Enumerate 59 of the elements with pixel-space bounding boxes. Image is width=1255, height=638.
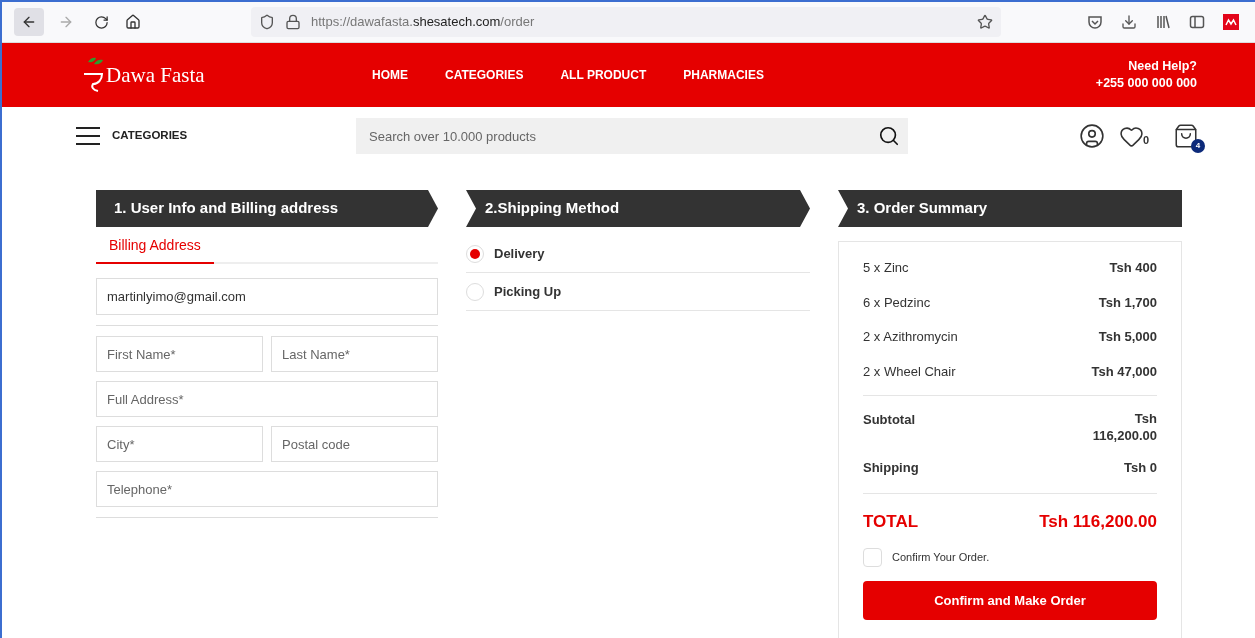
download-icon[interactable] [1121,14,1137,30]
item-name: 5 x Zinc [863,259,909,277]
item-name: 6 x Pedzinc [863,293,931,312]
subtotal-value: Tsh 116,200.00 [1091,410,1157,444]
url-text: https://dawafasta.shesatech.com/order [311,13,535,32]
item-name: 2 x Azithromycin [863,328,958,346]
address-bar[interactable]: https://dawafasta.shesatech.com/order [251,7,1001,37]
wishlist-count: 0 [1142,133,1149,148]
subtotal-label: Subtotal [863,411,915,429]
back-button[interactable] [14,8,44,36]
extension-icon[interactable] [1223,14,1239,30]
form-field[interactable]: First Name* [96,336,263,372]
cart-count-badge: 4 [1191,139,1205,153]
lock-icon [285,14,301,30]
form-field[interactable]: City* [96,426,263,462]
form-field[interactable]: Full Address* [96,381,438,417]
shipping-option[interactable]: Delivery [466,235,810,273]
nav-link[interactable]: PHARMACIES [683,66,764,84]
home-icon[interactable] [125,14,141,30]
user-icon[interactable] [1078,123,1105,149]
star-icon[interactable] [977,14,993,30]
confirm-order-button[interactable]: Confirm and Make Order [863,581,1157,620]
step-header: 1. User Info and Billing address [96,190,438,227]
help-phone: +255 000 000 000 [1095,75,1197,92]
total-label: TOTAL [863,510,919,533]
cart-icon[interactable] [1173,123,1199,149]
shipping-option[interactable]: Picking Up [466,273,810,311]
pocket-icon[interactable] [1087,14,1103,30]
email-field[interactable]: martinlyimo@gmail.com [96,278,438,315]
search-icon[interactable] [878,125,900,147]
menu-icon[interactable] [76,126,100,146]
sidebar-icon[interactable] [1189,14,1205,30]
nav-link[interactable]: CATEGORIES [445,66,524,84]
form-field[interactable]: Postal code [271,426,438,462]
nav-link[interactable]: HOME [372,66,408,84]
logo-text[interactable]: Dawa Fasta [106,65,205,86]
billing-tab[interactable]: Billing Address [96,235,214,264]
logo-icon [82,56,104,94]
item-price: Tsh 5,000 [1098,328,1157,346]
help-title: Need Help? [1128,58,1197,75]
search-field[interactable]: Search over 10.000 products [356,118,908,154]
total-value: Tsh 116,200.00 [1039,510,1157,533]
item-name: 2 x Wheel Chair [863,362,956,381]
item-price: Tsh 400 [1109,259,1157,277]
confirm-checkbox[interactable] [863,548,882,567]
shipping-label: Shipping [863,459,919,477]
item-price: Tsh 47,000 [1091,362,1157,381]
library-icon[interactable] [1155,14,1171,30]
confirm-label: Confirm Your Order. [892,550,990,566]
reload-icon[interactable] [94,14,109,30]
categories-toggle[interactable]: CATEGORIES [112,127,188,145]
item-price: Tsh 1,700 [1098,293,1157,312]
shield-icon [259,14,275,30]
shipping-value: Tsh 0 [1124,459,1157,477]
form-field[interactable]: Telephone* [96,471,438,507]
step-header: 2.Shipping Method [466,190,810,227]
nav-link[interactable]: ALL PRODUCT [560,66,647,84]
form-field[interactable]: Last Name* [271,336,438,372]
step-header: 3. Order Summary [838,190,1182,227]
